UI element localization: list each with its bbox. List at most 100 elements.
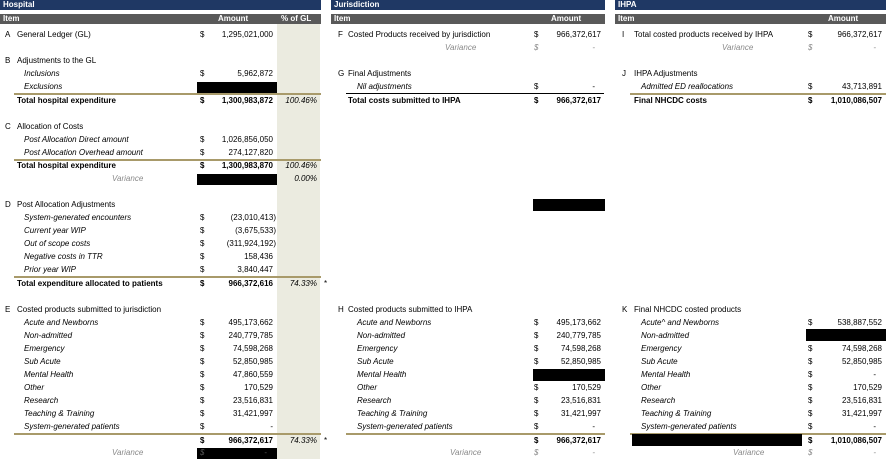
dollar-sign: $ bbox=[200, 239, 205, 248]
dollar-sign: $ bbox=[534, 422, 539, 431]
dollar-sign: $ bbox=[200, 422, 205, 431]
row-amount: - bbox=[270, 422, 273, 431]
section-title: Adjustments to the GL bbox=[17, 56, 97, 65]
section-letter: H bbox=[338, 305, 344, 314]
row-amount: 158,436 bbox=[244, 252, 273, 261]
row-label: Acute and Newborns bbox=[24, 318, 99, 327]
row-amount: 52,850,985 bbox=[560, 357, 601, 366]
row-amount: 274,127,820 bbox=[228, 148, 274, 157]
row-amount: - bbox=[592, 82, 595, 91]
row-label: Emergency bbox=[641, 344, 682, 353]
row-amount: (23,010,413) bbox=[230, 213, 276, 222]
row-label: System-generated patients bbox=[24, 422, 120, 431]
row-amount: 74,598,268 bbox=[841, 344, 882, 353]
dollar-sign: $ bbox=[200, 383, 205, 392]
dollar-sign: $ bbox=[200, 318, 205, 327]
dollar-sign: $ bbox=[534, 409, 539, 418]
variance-label: Variance bbox=[112, 174, 144, 183]
row-label: Sub Acute bbox=[357, 357, 394, 366]
variance-label: Variance bbox=[112, 448, 144, 457]
total-amount: 966,372,617 bbox=[228, 436, 274, 445]
row-label: Costed Products received by jurisdiction bbox=[348, 30, 491, 39]
row-label: Other bbox=[24, 383, 45, 392]
total-rule bbox=[630, 93, 886, 95]
row-amount: 52,850,985 bbox=[841, 357, 882, 366]
variance-label: Variance bbox=[722, 43, 754, 52]
dollar-sign: $ bbox=[200, 161, 205, 170]
row-label: Teaching & Training bbox=[641, 409, 712, 418]
row-amount: (3,675,533) bbox=[235, 226, 276, 235]
row-amount: 495,173,662 bbox=[228, 318, 274, 327]
dollar-sign: $ bbox=[808, 436, 813, 445]
row-label: Research bbox=[357, 396, 392, 405]
row-amount: - bbox=[592, 422, 595, 431]
total-amount: 1,010,086,507 bbox=[830, 96, 882, 105]
section-letter: E bbox=[5, 305, 11, 314]
row-amount: 170,529 bbox=[853, 383, 882, 392]
dollar-sign: $ bbox=[200, 148, 205, 157]
dollar-sign: $ bbox=[808, 370, 813, 379]
section-letter: C bbox=[5, 122, 11, 131]
row-label: Prior year WIP bbox=[24, 265, 77, 274]
dollar-sign: $ bbox=[200, 69, 205, 78]
row-label: Inclusions bbox=[24, 69, 60, 78]
row-label: Post Allocation Overhead amount bbox=[24, 148, 143, 157]
col-pct: % of GL bbox=[281, 14, 312, 23]
total-label: Total expenditure allocated to patients bbox=[17, 279, 163, 288]
dollar-sign: $ bbox=[808, 30, 813, 39]
row-label: Other bbox=[641, 383, 662, 392]
row-label: Mental Health bbox=[357, 370, 407, 379]
row-label: Acute and Newborns bbox=[357, 318, 432, 327]
row-amount: 23,516,831 bbox=[560, 396, 601, 405]
redacted-block bbox=[632, 434, 802, 446]
section-title: Final Adjustments bbox=[348, 69, 412, 78]
dollar-sign: $ bbox=[200, 409, 205, 418]
row-label: Research bbox=[641, 396, 676, 405]
total-amount: 966,372,617 bbox=[556, 436, 602, 445]
row-amount: 47,860,559 bbox=[232, 370, 273, 379]
row-label: Acute^ and Newborns bbox=[641, 318, 720, 327]
pct-column-shade bbox=[277, 20, 320, 459]
row-label: Admitted ED reallocations bbox=[641, 82, 734, 91]
ihpa-title: IHPA bbox=[618, 0, 637, 9]
dollar-sign: $ bbox=[534, 318, 539, 327]
row-amount: 170,529 bbox=[572, 383, 601, 392]
redacted-block bbox=[197, 174, 277, 185]
dollar-sign: $ bbox=[200, 226, 205, 235]
dollar-sign: $ bbox=[534, 30, 539, 39]
row-amount: 3,840,447 bbox=[237, 265, 273, 274]
total-rule bbox=[14, 276, 321, 278]
section-letter: J bbox=[622, 69, 626, 78]
total-rule bbox=[346, 93, 604, 94]
total-pct: 74.33% bbox=[289, 279, 317, 288]
dollar-sign: $ bbox=[808, 357, 813, 366]
dollar-sign: $ bbox=[534, 96, 539, 105]
hospital-title: Hospital bbox=[3, 0, 35, 9]
total-amount: 1,010,086,507 bbox=[830, 436, 882, 445]
footnote-mark: * bbox=[324, 436, 328, 445]
total-rule bbox=[14, 93, 321, 95]
dollar-sign: $ bbox=[808, 344, 813, 353]
row-label: Non-admitted bbox=[357, 331, 406, 340]
row-amount: 31,421,997 bbox=[841, 409, 882, 418]
dollar-sign: $ bbox=[534, 448, 539, 457]
row-label: General Ledger (GL) bbox=[17, 30, 91, 39]
dollar-sign: $ bbox=[808, 43, 813, 52]
redacted-block bbox=[197, 82, 277, 93]
row-label: Nil adjustments bbox=[357, 82, 412, 91]
row-amount: 31,421,997 bbox=[560, 409, 601, 418]
total-pct: 74.33% bbox=[289, 436, 317, 445]
row-amount: 43,713,891 bbox=[841, 82, 882, 91]
variance-amount: - bbox=[873, 448, 876, 457]
ihpa-header: IHPA bbox=[615, 0, 886, 10]
row-amount: 240,779,785 bbox=[228, 331, 274, 340]
col-item: Item bbox=[3, 14, 20, 23]
row-amount: 52,850,985 bbox=[232, 357, 273, 366]
total-pct: 100.46% bbox=[285, 96, 317, 105]
row-amount: (311,924,192) bbox=[226, 239, 276, 248]
jurisdiction-header: Jurisdiction bbox=[331, 0, 605, 10]
row-amount: 31,421,997 bbox=[232, 409, 273, 418]
dollar-sign: $ bbox=[534, 436, 539, 445]
total-amount: 966,372,616 bbox=[228, 279, 274, 288]
redacted-block bbox=[533, 199, 605, 211]
